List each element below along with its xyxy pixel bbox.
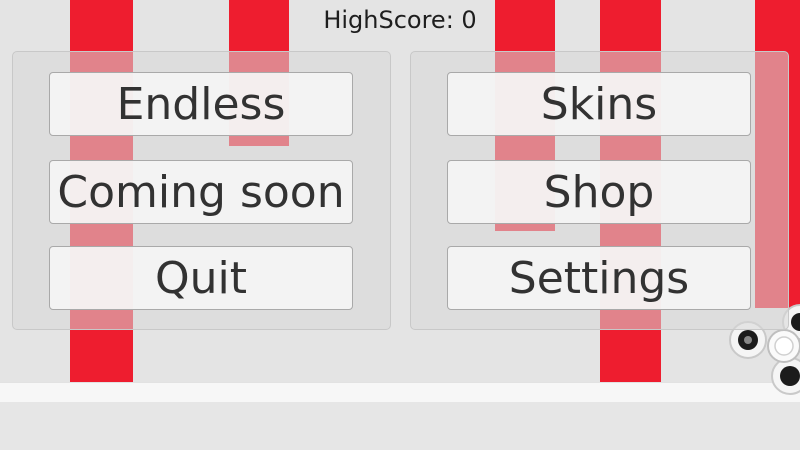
quit-button[interactable]: Quit <box>49 246 353 310</box>
floor-shadow <box>0 402 800 450</box>
coming-soon-button[interactable]: Coming soon <box>49 160 353 224</box>
shop-button[interactable]: Shop <box>447 160 751 224</box>
floor-platform <box>0 382 800 403</box>
endless-button[interactable]: Endless <box>49 72 353 136</box>
highscore-label: HighScore: 0 <box>323 6 477 34</box>
settings-button[interactable]: Settings <box>447 246 751 310</box>
skins-button[interactable]: Skins <box>447 72 751 136</box>
